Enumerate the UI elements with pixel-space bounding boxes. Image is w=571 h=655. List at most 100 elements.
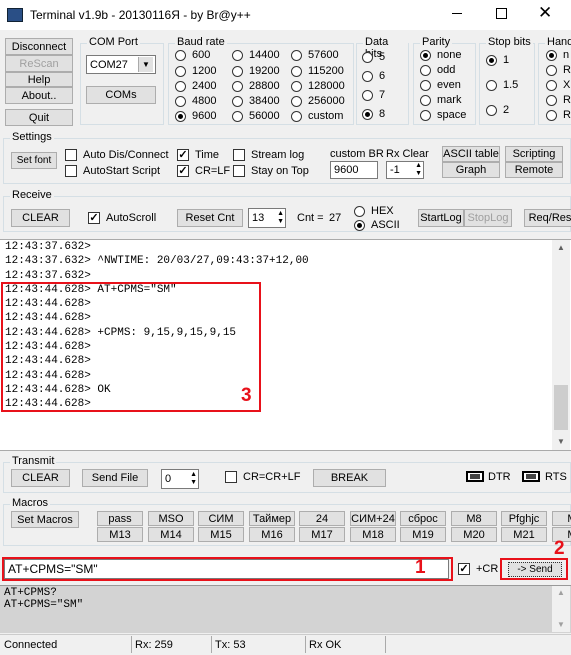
- autostart-script-checkbox[interactable]: AutoStart Script: [65, 165, 160, 177]
- cr-cr-lf-checkbox[interactable]: CR=CR+LF: [225, 471, 300, 483]
- macro-button[interactable]: M20: [451, 527, 497, 542]
- transmit-clear-button[interactable]: CLEAR: [11, 469, 70, 487]
- data-bits-6-radio[interactable]: 6: [362, 70, 385, 82]
- set-macros-button[interactable]: Set Macros: [11, 511, 79, 528]
- baud-4800-radio[interactable]: 4800: [175, 95, 216, 107]
- maximize-button[interactable]: [496, 8, 507, 19]
- data-bits-8-radio[interactable]: 8: [362, 108, 385, 120]
- auto-dis-connect-checkbox[interactable]: Auto Dis/Connect: [65, 149, 169, 161]
- handshake-4-radio[interactable]: R: [546, 109, 571, 121]
- scroll-up-icon[interactable]: ▲: [557, 243, 565, 252]
- macro-button[interactable]: Pfghjc: [501, 511, 547, 526]
- scroll-thumb[interactable]: [554, 385, 568, 430]
- transmit-counter-stepper[interactable]: 0 ▲ ▼: [161, 469, 199, 489]
- startlog-button[interactable]: StartLog: [418, 209, 464, 227]
- macro-button[interactable]: M15: [198, 527, 244, 542]
- baud-115200-radio[interactable]: 115200: [291, 65, 344, 77]
- send-file-button[interactable]: Send File: [82, 469, 148, 487]
- macro-button[interactable]: M16: [249, 527, 295, 542]
- parity-mark-radio[interactable]: mark: [420, 94, 461, 106]
- rx-clear-input[interactable]: -1 ▲ ▼: [386, 161, 424, 179]
- data-bits-7-radio[interactable]: 7: [362, 89, 385, 101]
- macro-button[interactable]: M1: [552, 511, 571, 526]
- graph-button[interactable]: Graph: [442, 162, 500, 178]
- baud-19200-radio[interactable]: 19200: [232, 65, 280, 77]
- macro-button[interactable]: M13: [97, 527, 143, 542]
- parity-space-radio[interactable]: space: [420, 109, 466, 121]
- break-button[interactable]: BREAK: [313, 469, 386, 487]
- ascii-table-button[interactable]: ASCII table: [442, 146, 500, 162]
- cr-lf-checkbox[interactable]: ✓ CR=LF: [177, 165, 230, 177]
- remote-button[interactable]: Remote: [505, 162, 563, 178]
- custom-br-input[interactable]: 9600: [330, 161, 378, 179]
- parity-none-radio[interactable]: none: [420, 49, 461, 61]
- dtr-indicator-icon[interactable]: [466, 471, 484, 482]
- baud-custom-radio[interactable]: custom: [291, 110, 343, 122]
- macro-button[interactable]: 24: [299, 511, 345, 526]
- data-bits-5-radio[interactable]: 5: [362, 51, 385, 63]
- history-scrollbar[interactable]: ▲ ▼: [552, 586, 570, 632]
- macro-button[interactable]: M19: [400, 527, 446, 542]
- baud-256000-radio[interactable]: 256000: [291, 95, 345, 107]
- parity-even-radio[interactable]: even: [420, 79, 461, 91]
- handshake-2-radio[interactable]: X: [546, 79, 570, 91]
- coms-button[interactable]: COMs: [86, 86, 156, 104]
- about-button[interactable]: About..: [5, 87, 73, 104]
- macro-button[interactable]: сброс: [400, 511, 446, 526]
- hex-radio[interactable]: HEX: [354, 205, 394, 217]
- handshake-3-radio[interactable]: R: [546, 94, 571, 106]
- help-button[interactable]: Help: [5, 72, 73, 87]
- rescan-button[interactable]: ReScan: [5, 55, 73, 72]
- handshake-0-radio[interactable]: n: [546, 49, 569, 61]
- baud-2400-radio[interactable]: 2400: [175, 80, 216, 92]
- autoscroll-checkbox[interactable]: ✓ AutoScroll: [88, 212, 156, 224]
- disconnect-button[interactable]: Disconnect: [5, 38, 73, 55]
- macro-button[interactable]: M17: [299, 527, 345, 542]
- baud-9600-radio[interactable]: 9600: [175, 110, 216, 122]
- scroll-down-icon[interactable]: ▼: [557, 620, 565, 629]
- minimize-button[interactable]: [452, 13, 462, 14]
- ascii-radio[interactable]: ASCII: [354, 219, 400, 231]
- reset-cnt-button[interactable]: Reset Cnt: [177, 209, 243, 227]
- baud-1200-radio[interactable]: 1200: [175, 65, 216, 77]
- baud-57600-radio[interactable]: 57600: [291, 49, 339, 61]
- stoplog-button[interactable]: StopLog: [464, 209, 512, 227]
- stream-log-checkbox[interactable]: Stream log: [233, 149, 304, 161]
- handshake-1-radio[interactable]: R: [546, 64, 571, 76]
- rts-indicator-icon[interactable]: [522, 471, 540, 482]
- stay-on-top-checkbox[interactable]: Stay on Top: [233, 165, 309, 177]
- vertical-scrollbar[interactable]: ▲ ▼: [552, 240, 570, 450]
- macro-button[interactable]: M18: [350, 527, 396, 542]
- macro-button[interactable]: pass: [97, 511, 143, 526]
- transmit-history[interactable]: AT+CPMS? AT+CPMS="SM" ▲ ▼: [0, 585, 571, 633]
- receive-clear-button[interactable]: CLEAR: [11, 209, 70, 227]
- parity-odd-radio[interactable]: odd: [420, 64, 455, 76]
- macro-button[interactable]: MSO: [148, 511, 194, 526]
- baud-600-radio[interactable]: 600: [175, 49, 210, 61]
- macro-button[interactable]: СИМ: [198, 511, 244, 526]
- com-port-select[interactable]: COM27 ▼: [86, 55, 156, 74]
- req-res-button[interactable]: Req/Res: [524, 209, 571, 227]
- baud-14400-radio[interactable]: 14400: [232, 49, 280, 61]
- macro-button[interactable]: Таймер: [249, 511, 295, 526]
- macro-button[interactable]: M21: [501, 527, 547, 542]
- stop-bits-0-radio[interactable]: 1: [486, 54, 509, 66]
- macro-button[interactable]: M8: [451, 511, 497, 526]
- baud-28800-radio[interactable]: 28800: [232, 80, 280, 92]
- macro-button[interactable]: M14: [148, 527, 194, 542]
- scripting-button[interactable]: Scripting: [505, 146, 563, 162]
- close-button[interactable]: ✕: [538, 3, 552, 23]
- baud-56000-radio[interactable]: 56000: [232, 110, 280, 122]
- stop-bits-1-radio[interactable]: 1.5: [486, 79, 518, 91]
- baud-38400-radio[interactable]: 38400: [232, 95, 280, 107]
- baud-128000-radio[interactable]: 128000: [291, 80, 345, 92]
- append-cr-checkbox[interactable]: ✓ +CR: [458, 563, 498, 575]
- cnt-stepper[interactable]: 13 ▲ ▼: [248, 208, 286, 228]
- set-font-button[interactable]: Set font: [11, 152, 57, 169]
- time-checkbox[interactable]: ✓ Time: [177, 149, 219, 161]
- macro-button[interactable]: СИМ+24: [350, 511, 396, 526]
- scroll-down-icon[interactable]: ▼: [557, 437, 565, 446]
- stop-bits-2-radio[interactable]: 2: [486, 104, 509, 116]
- scroll-up-icon[interactable]: ▲: [557, 588, 565, 597]
- quit-button[interactable]: Quit: [5, 109, 73, 126]
